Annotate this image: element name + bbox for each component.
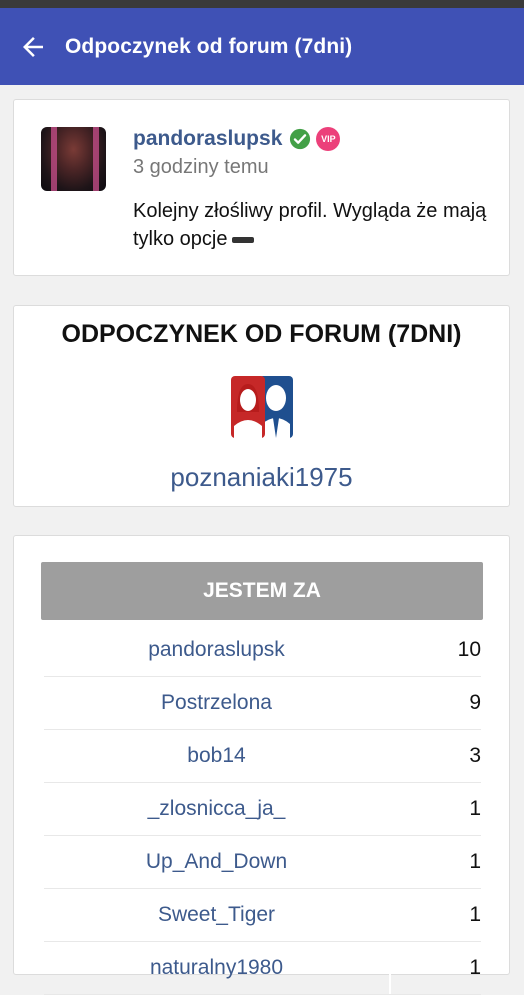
vip-badge: VIP [316,127,341,151]
list-item: naturalny1980 1 [44,942,481,995]
votes-card: JESTEM ZA pandoraslupsk 10 Postrzelona 9… [13,535,510,995]
voter-name[interactable]: _zlosnicca_ja_ [44,783,391,835]
back-button[interactable] [11,25,55,69]
verified-check-icon [290,128,311,150]
topic-card: ODPOCZYNEK OD FORUM (7DNI) poznaniaki197… [13,305,510,507]
page-title: Odpoczynek od forum (7dni) [65,34,353,58]
voter-name[interactable]: Up_And_Down [44,836,391,888]
arrow-left-icon [23,36,43,57]
voter-name[interactable]: Postrzelona [44,677,391,729]
topic-user-link[interactable]: poznaniaki1975 [14,462,509,493]
voter-name[interactable]: naturalny1980 [44,942,391,994]
status-bar [0,0,524,8]
vote-count: 10 [457,638,481,661]
couple-avatar-icon[interactable] [229,372,297,440]
list-item: Up_And_Down 1 [44,836,481,889]
app-bar: Odpoczynek od forum (7dni) [0,8,524,85]
vote-list: pandoraslupsk 10 Postrzelona 9 bob14 3 _… [44,624,481,995]
vote-count: 1 [469,903,481,926]
list-item: Postrzelona 9 [44,677,481,730]
list-item: pandoraslupsk 10 [44,624,481,677]
vote-count: 1 [469,956,481,979]
post-author: pandoraslupsk VIP [133,127,341,151]
post-timestamp: 3 godziny temu [133,156,269,178]
list-item: bob14 3 [44,730,481,783]
voter-name[interactable]: Sweet_Tiger [44,889,391,941]
vote-count: 9 [469,691,481,714]
minus-emoji-icon [231,236,254,243]
list-item: Sweet_Tiger 1 [44,889,481,942]
list-item: _zlosnicca_ja_ 1 [44,783,481,836]
voter-name[interactable]: bob14 [44,730,391,782]
topic-title: ODPOCZYNEK OD FORUM (7DNI) [61,320,462,348]
post-text-content: Kolejny złośliwy profil. Wygląda że mają… [133,200,487,250]
vote-for-button[interactable]: JESTEM ZA [41,562,483,620]
voter-name[interactable]: pandoraslupsk [44,624,391,676]
username-link[interactable]: pandoraslupsk [133,127,282,151]
post-text: Kolejny złośliwy profil. Wygląda że mają… [133,197,493,253]
post-card: pandoraslupsk VIP 3 godziny temu Kolejny… [13,99,510,276]
vote-count: 3 [469,744,481,767]
avatar[interactable] [41,127,106,191]
vote-count: 1 [469,797,481,820]
vote-count: 1 [469,850,481,873]
